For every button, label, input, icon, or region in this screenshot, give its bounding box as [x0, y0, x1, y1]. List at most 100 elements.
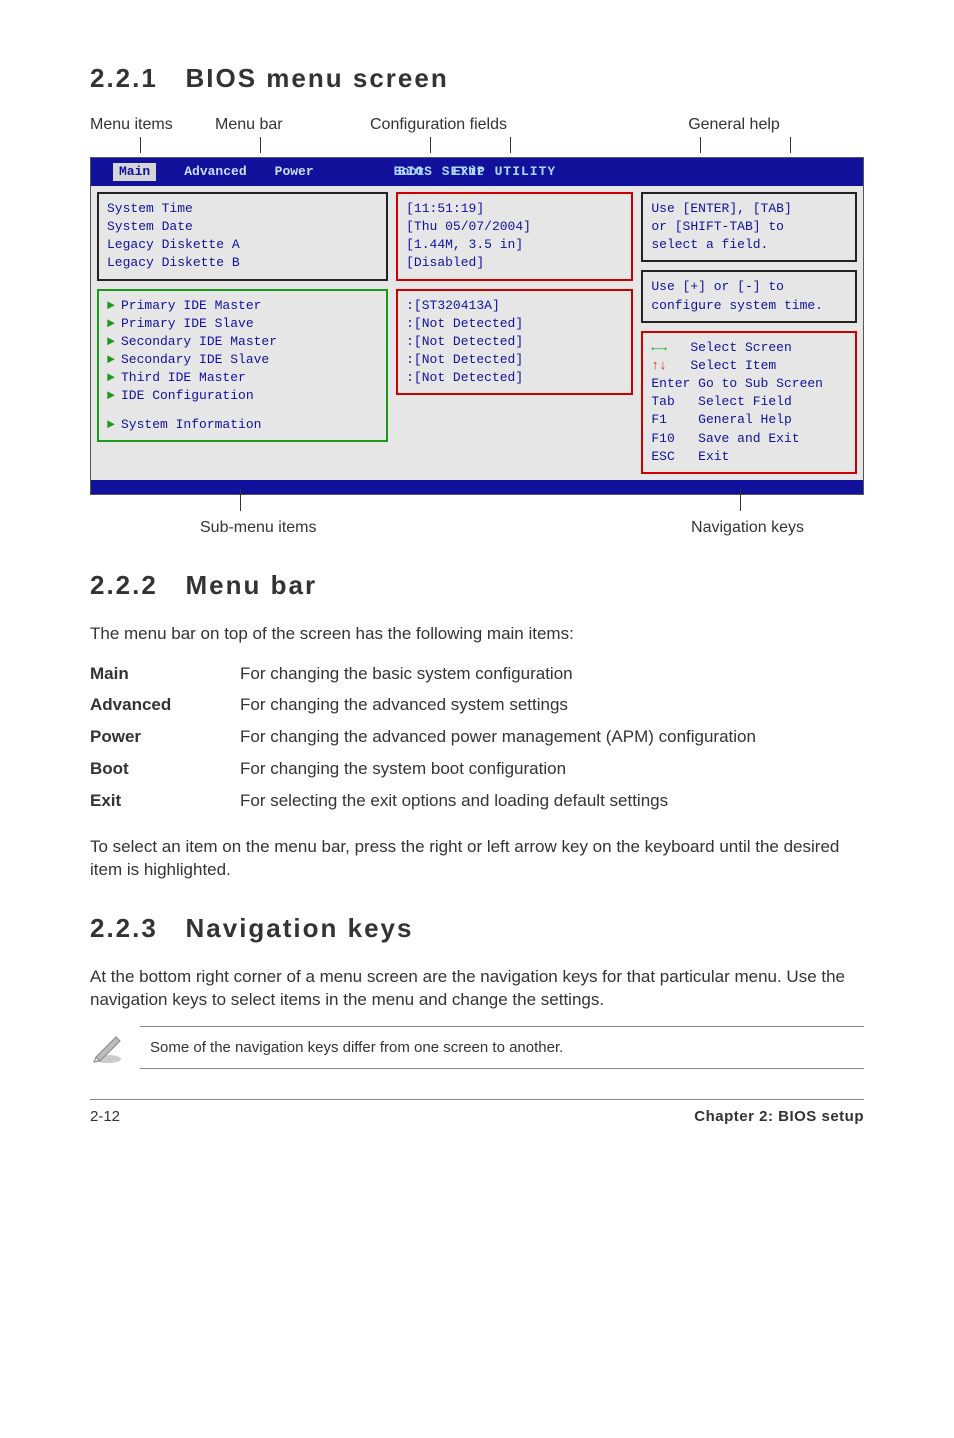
submenu-label: System Information	[121, 417, 261, 432]
label-menu-bar: Menu bar	[215, 114, 330, 136]
submenu-arrow-icon: ►	[107, 351, 115, 369]
s3-para: At the bottom right corner of a menu scr…	[90, 965, 864, 1013]
chapter-label: Chapter 2: BIOS setup	[694, 1106, 864, 1127]
bios-help-panel-1: Use [ENTER], [TAB] or [SHIFT-TAB] to sel…	[641, 192, 857, 263]
bios-menu-tabs: Main Advanced Power Boot Exit	[91, 163, 484, 181]
def-term: Power	[90, 721, 240, 753]
submenu-item[interactable]: ► Primary IDE Master	[107, 297, 378, 315]
def-term: Advanced	[90, 689, 240, 721]
section-title-221: 2.2.1 BIOS menu screen	[90, 60, 864, 96]
bios-screenshot: BIOS SETUP UTILITY Main Advanced Power B…	[90, 157, 864, 495]
submenu-label: Secondary IDE Slave	[121, 352, 269, 367]
def-desc: For changing the advanced power manageme…	[240, 721, 864, 753]
config-value[interactable]: [11:51:19]	[406, 200, 623, 218]
table-row: PowerFor changing the advanced power man…	[90, 721, 864, 753]
submenu-item[interactable]: ►Primary IDE Slave	[107, 315, 378, 333]
label-menu-items: Menu items	[90, 114, 225, 136]
label-general-help: General help	[644, 114, 824, 136]
submenu-item[interactable]: ► IDE Configuration	[107, 387, 378, 405]
menu-bar-definitions: MainFor changing the basic system config…	[90, 658, 864, 817]
bios-body: System Time System Date Legacy Diskette …	[91, 186, 863, 480]
section-heading: BIOS menu screen	[186, 63, 449, 93]
bios-help-panel-2: Use [+] or [-] to configure system time.	[641, 270, 857, 322]
submenu-item[interactable]: ► Secondary IDE Slave	[107, 351, 378, 369]
config-value: :[Not Detected]	[406, 351, 623, 369]
bios-nav-keys-panel: ←→ Select Screen ↑↓ Select Item Enter Go…	[641, 331, 857, 474]
nav-line: Tab Select Field	[651, 393, 847, 411]
config-value: :[Not Detected]	[406, 333, 623, 351]
s2-intro: The menu bar on top of the screen has th…	[90, 622, 864, 646]
bios-config-top-panel: [11:51:19] [Thu 05/07/2004] [1.44M, 3.5 …	[396, 192, 633, 281]
help-text: Use [ENTER], [TAB]	[651, 200, 847, 218]
submenu-arrow-icon: ►	[107, 369, 115, 387]
bios-config-bottom-panel: :[ST320413A] :[Not Detected] :[Not Detec…	[396, 289, 633, 396]
submenu-label: Primary IDE Master	[121, 298, 261, 313]
bios-left-submenu-panel: ►Primary IDE Master ►Primary IDE Slave ►…	[97, 289, 388, 442]
nav-label: Select Screen	[667, 340, 792, 355]
config-value[interactable]: [Disabled]	[406, 254, 623, 272]
bios-titlebar: BIOS SETUP UTILITY Main Advanced Power B…	[91, 158, 863, 186]
def-desc: For changing the system boot configurati…	[240, 753, 864, 785]
submenu-label: Primary IDE Slave	[121, 316, 254, 331]
section-num: 2.2.3	[90, 913, 158, 943]
tab-boot[interactable]: Boot	[394, 163, 425, 181]
section-title-223: 2.2.3 Navigation keys	[90, 910, 864, 946]
bios-right-column: Use [ENTER], [TAB] or [SHIFT-TAB] to sel…	[641, 192, 857, 474]
section-heading: Menu bar	[186, 570, 318, 600]
section-title-222: 2.2.2 Menu bar	[90, 567, 864, 603]
bios-left-top-panel: System Time System Date Legacy Diskette …	[97, 192, 388, 281]
config-value: :[ST320413A]	[406, 297, 623, 315]
tab-advanced[interactable]: Advanced	[184, 163, 246, 181]
diagram-top-labels: Menu items Menu bar Configuration fields…	[90, 114, 864, 136]
config-value: :[Not Detected]	[406, 369, 623, 387]
tab-power[interactable]: Power	[275, 163, 314, 181]
label-sub-menu-items: Sub-menu items	[200, 517, 317, 539]
help-text: Use [+] or [-] to	[651, 278, 847, 296]
label-config-fields: Configuration fields	[370, 114, 620, 136]
nav-line: ↑↓ Select Item	[651, 357, 847, 375]
def-desc: For selecting the exit options and loadi…	[240, 785, 864, 817]
nav-line: F1 General Help	[651, 411, 847, 429]
bios-mid-column: [11:51:19] [Thu 05/07/2004] [1.44M, 3.5 …	[396, 192, 633, 474]
config-value[interactable]: [1.44M, 3.5 in]	[406, 236, 623, 254]
list-item: Legacy Diskette B	[107, 254, 378, 272]
note-box: Some of the navigation keys differ from …	[140, 1026, 864, 1069]
config-value: :[Not Detected]	[406, 315, 623, 333]
submenu-label: Third IDE Master	[121, 370, 246, 385]
nav-line: ←→ Select Screen	[651, 339, 847, 357]
table-row: BootFor changing the system boot configu…	[90, 753, 864, 785]
list-item: System Date	[107, 218, 378, 236]
def-desc: For changing the basic system configurat…	[240, 658, 864, 690]
nav-line: Enter Go to Sub Screen	[651, 375, 847, 393]
note-text: Some of the navigation keys differ from …	[150, 1039, 563, 1056]
nav-line: F10 Save and Exit	[651, 430, 847, 448]
config-value[interactable]: [Thu 05/07/2004]	[406, 218, 623, 236]
submenu-label: IDE Configuration	[121, 388, 254, 403]
arrow-ud-icon: ↑↓	[651, 358, 667, 373]
table-row: AdvancedFor changing the advanced system…	[90, 689, 864, 721]
submenu-arrow-icon: ►	[107, 387, 115, 405]
submenu-arrow-icon: ►	[107, 416, 115, 434]
def-term: Exit	[90, 785, 240, 817]
diagram-bottom-labels: Sub-menu items Navigation keys	[90, 517, 864, 539]
help-text: configure system time.	[651, 297, 847, 315]
submenu-item[interactable]: ► System Information	[107, 416, 378, 434]
nav-label: Select Item	[667, 358, 776, 373]
def-desc: For changing the advanced system setting…	[240, 689, 864, 721]
tab-exit[interactable]: Exit	[453, 163, 484, 181]
diagram-bottom-ticks	[90, 495, 864, 517]
s2-para2: To select an item on the menu bar, press…	[90, 835, 864, 883]
submenu-arrow-icon: ►	[107, 333, 115, 351]
pencil-note-icon	[90, 1029, 126, 1065]
submenu-item[interactable]: ►Secondary IDE Master	[107, 333, 378, 351]
tab-main[interactable]: Main	[113, 163, 156, 181]
def-term: Boot	[90, 753, 240, 785]
diagram-top-ticks	[90, 137, 864, 157]
section-num: 2.2.2	[90, 570, 158, 600]
page-footer: 2-12 Chapter 2: BIOS setup	[90, 1099, 864, 1127]
submenu-item[interactable]: ► Third IDE Master	[107, 369, 378, 387]
list-item: System Time	[107, 200, 378, 218]
label-navigation-keys: Navigation keys	[691, 517, 804, 539]
submenu-arrow-icon: ►	[107, 297, 115, 315]
bios-left-column: System Time System Date Legacy Diskette …	[97, 192, 388, 474]
